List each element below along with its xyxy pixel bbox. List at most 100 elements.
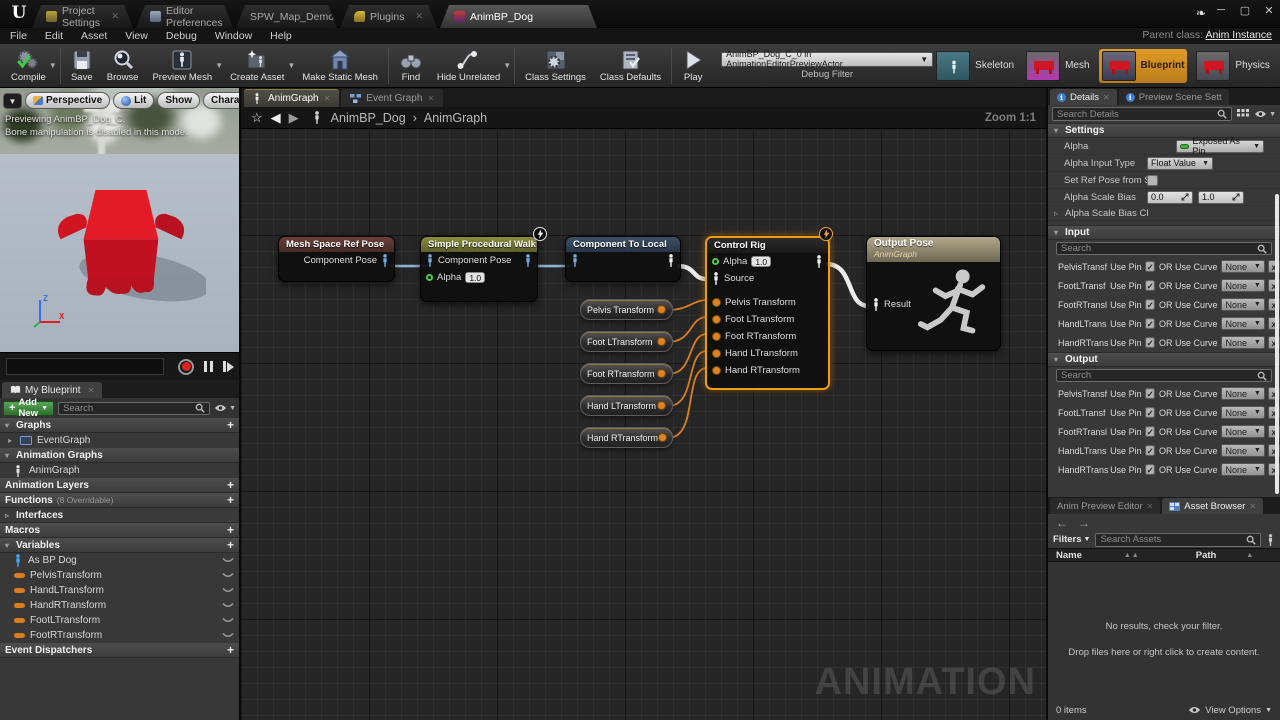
variable-node-hand-l-transform[interactable]: Hand LTransform <box>580 395 673 416</box>
add-event-dispatcher-button[interactable]: + <box>227 643 234 657</box>
column-name[interactable]: Name <box>1056 550 1082 561</box>
perspective-button[interactable]: Perspective <box>25 92 110 109</box>
node-component-to-local[interactable]: Component To Local <box>565 236 681 282</box>
close-button[interactable]: ✕ <box>1262 4 1276 17</box>
pose-pin-icon[interactable] <box>712 272 720 285</box>
curve-select-dropdown[interactable]: None ▼ <box>1221 260 1264 273</box>
section-event-dispatchers[interactable]: Event Dispatchers + <box>0 643 239 658</box>
view-options-button[interactable]: View Options ▼ <box>1188 705 1272 716</box>
search-details-input[interactable] <box>1057 109 1217 120</box>
tab-close-icon[interactable]: ✕ <box>111 11 119 22</box>
section-macros[interactable]: Macros + <box>0 523 239 538</box>
step-forward-button[interactable] <box>223 361 234 372</box>
transform-pin-icon[interactable] <box>657 337 666 346</box>
section-output[interactable]: ▾ Output <box>1048 352 1280 367</box>
transform-pin-icon[interactable] <box>657 305 666 314</box>
maximize-button[interactable]: ▢ <box>1238 4 1252 17</box>
section-input[interactable]: ▾ Input <box>1048 225 1280 240</box>
use-pin-checkbox[interactable]: ✓ <box>1145 445 1155 455</box>
window-tab-editor-preferences[interactable]: Editor Preferences ✕ <box>136 5 233 28</box>
use-pin-checkbox[interactable]: ✓ <box>1145 261 1155 271</box>
user-filter-icon[interactable] <box>1266 534 1275 546</box>
transform-pin-icon[interactable] <box>712 315 721 324</box>
section-functions[interactable]: Functions (8 Overridable) + <box>0 493 239 508</box>
hide-unrelated-button[interactable]: Hide Unrelated <box>430 45 507 87</box>
transform-pin-icon[interactable] <box>658 433 667 442</box>
pose-pin-icon[interactable] <box>815 255 823 268</box>
search-input[interactable] <box>63 403 195 414</box>
transform-pin-icon[interactable] <box>712 298 721 307</box>
column-grip-icon[interactable]: ▲▲ <box>1124 552 1140 559</box>
feather-icon[interactable]: ❧ <box>1196 6 1206 20</box>
section-variables[interactable]: ▾ Variables + <box>0 538 239 553</box>
search-input[interactable] <box>1061 370 1257 381</box>
use-pin-checkbox[interactable]: ✓ <box>1145 318 1155 328</box>
tab-close-icon[interactable]: ✕ <box>415 11 423 22</box>
create-asset-dropdown[interactable]: ▼ <box>287 61 295 70</box>
menu-file[interactable]: File <box>10 30 27 42</box>
eye-closed-icon[interactable] <box>222 632 234 639</box>
add-macro-button[interactable]: + <box>227 523 234 537</box>
mode-blueprint-button[interactable]: Blueprint <box>1099 49 1188 83</box>
play-button[interactable]: Play <box>675 45 711 87</box>
timeline-track[interactable] <box>6 358 164 375</box>
viewport-options-dropdown[interactable]: ▼ <box>3 93 22 109</box>
use-pin-checkbox[interactable]: ✓ <box>1145 426 1155 436</box>
class-settings-button[interactable]: Class Settings <box>518 45 593 87</box>
asset-search[interactable] <box>1095 533 1261 547</box>
class-defaults-button[interactable]: Class Defaults <box>593 45 668 87</box>
menu-edit[interactable]: Edit <box>45 30 63 42</box>
curve-select-dropdown[interactable]: None ▼ <box>1221 336 1264 349</box>
browse-button[interactable]: Browse <box>100 45 146 87</box>
transform-pin-icon[interactable] <box>657 369 666 378</box>
node-simple-procedural-walk[interactable]: Simple Procedural Walk Component Pose Al… <box>420 236 538 302</box>
node-output-pose[interactable]: Output Pose AnimGraph Result <box>866 236 1001 351</box>
character-button[interactable]: Character <box>203 92 239 109</box>
tree-item-animgraph[interactable]: AnimGraph <box>0 463 239 478</box>
window-tab-project-settings[interactable]: Project Settings ✕ <box>32 5 133 28</box>
spinner-icon[interactable] <box>1181 193 1189 201</box>
use-pin-checkbox[interactable]: ✓ <box>1145 337 1155 347</box>
breadcrumb-current[interactable]: AnimGraph <box>424 111 487 125</box>
float-pin-icon[interactable] <box>712 258 719 265</box>
float-pin-icon[interactable] <box>426 274 433 281</box>
property-visibility-dropdown[interactable]: ▼ <box>1254 110 1276 118</box>
use-pin-checkbox[interactable]: ✓ <box>1145 464 1155 474</box>
window-tab-plugins[interactable]: Plugins ✕ <box>340 5 437 28</box>
tab-close-icon[interactable]: ✕ <box>88 386 95 395</box>
curve-select-dropdown[interactable]: None ▼ <box>1221 279 1264 292</box>
lit-button[interactable]: Lit <box>113 92 154 109</box>
tab-close-icon[interactable]: ✕ <box>1147 502 1154 511</box>
preview-mesh-dropdown[interactable]: ▼ <box>215 61 223 70</box>
transform-pin-icon[interactable] <box>712 349 721 358</box>
tab-details[interactable]: i Details ✕ <box>1050 89 1117 105</box>
window-tab-map[interactable]: SPW_Map_Demo <box>236 5 337 28</box>
pause-button[interactable] <box>204 361 213 372</box>
search-input[interactable] <box>1061 243 1257 254</box>
input-pins-search[interactable] <box>1056 242 1272 255</box>
alpha-value-field[interactable]: 1.0 <box>465 272 485 283</box>
add-graph-button[interactable]: + <box>227 418 234 432</box>
eye-closed-icon[interactable] <box>222 557 234 564</box>
add-function-button[interactable]: + <box>227 493 234 507</box>
eye-closed-icon[interactable] <box>222 602 234 609</box>
details-search[interactable] <box>1052 107 1232 121</box>
variable-node-foot-l-transform[interactable]: Foot LTransform <box>580 331 673 352</box>
pose-pin-icon[interactable] <box>667 254 675 267</box>
variable-row[interactable]: As BP Dog <box>0 553 239 568</box>
curve-select-dropdown[interactable]: None ▼ <box>1221 425 1264 438</box>
details-scrollbar[interactable] <box>1275 194 1279 494</box>
spinner-icon[interactable] <box>1232 193 1240 201</box>
bookmark-star-icon[interactable]: ☆ <box>251 110 263 126</box>
variable-node-foot-r-transform[interactable]: Foot RTransform <box>580 363 673 384</box>
find-button[interactable]: Find <box>392 45 430 87</box>
save-button[interactable]: Save <box>64 45 100 87</box>
minimize-button[interactable]: ─ <box>1214 4 1228 17</box>
add-animation-layer-button[interactable]: + <box>227 478 234 492</box>
record-button[interactable] <box>178 359 194 375</box>
my-blueprint-search[interactable] <box>58 402 210 415</box>
variable-row[interactable]: HandRTransform <box>0 598 239 613</box>
menu-window[interactable]: Window <box>215 30 252 42</box>
show-button[interactable]: Show <box>157 92 200 109</box>
curve-select-dropdown[interactable]: None ▼ <box>1221 406 1264 419</box>
